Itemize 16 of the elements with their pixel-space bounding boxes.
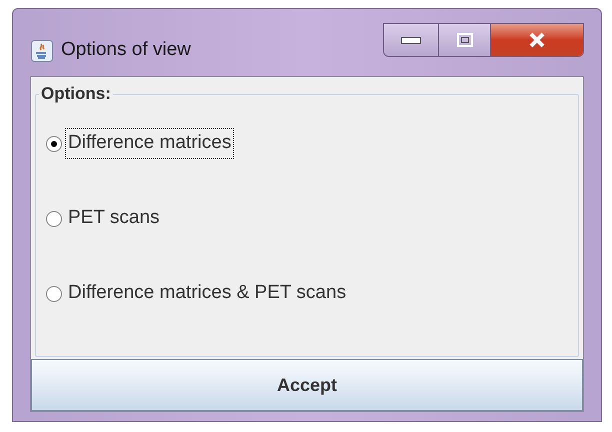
group-title: Options: (39, 84, 113, 104)
close-button[interactable] (491, 24, 583, 56)
maximize-button[interactable] (439, 24, 491, 56)
radio-button[interactable] (46, 136, 62, 152)
close-icon (528, 32, 546, 48)
accept-button[interactable]: Accept (31, 359, 583, 411)
minimize-icon (401, 36, 421, 44)
minimize-button[interactable] (384, 24, 439, 56)
window-title: Options of view (61, 38, 191, 62)
option-label: Difference matrices & PET scans (67, 281, 348, 306)
radio-button[interactable] (46, 286, 62, 302)
maximize-icon (456, 33, 472, 47)
option-label: PET scans (67, 206, 161, 230)
option-label: Difference matrices (66, 129, 234, 158)
app-icon (31, 40, 53, 62)
radio-button[interactable] (46, 210, 62, 226)
